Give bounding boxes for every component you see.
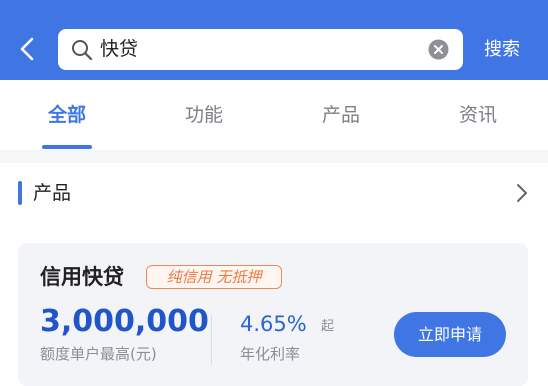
chevron-left-icon [20,37,34,61]
tab-all[interactable]: 全部 [22,80,112,150]
loan-amount: 3,000,000 [40,304,209,339]
search-query-text[interactable]: 快贷 [100,29,138,70]
active-tab-indicator [42,145,92,149]
section-title: 产品 [33,182,72,204]
product-tag: 纯信用 无抵押 [146,265,282,289]
back-button[interactable] [10,29,44,69]
section-accent-bar [18,181,22,205]
products-section-header[interactable] [0,163,548,223]
tab-products[interactable]: 产品 [296,80,386,150]
loan-amount-label: 额度单户最高(元) [40,345,157,363]
divider [211,315,212,365]
clear-icon[interactable] [428,39,449,60]
tab-bar: 全部 功能 产品 资讯 [0,80,548,150]
search-button[interactable]: 搜索 [484,29,520,70]
product-title: 信用快贷 [40,265,124,289]
chevron-right-icon[interactable] [512,181,532,205]
tab-news[interactable]: 资讯 [433,80,523,150]
interest-rate: 4.65% [240,312,307,336]
search-icon [72,40,93,61]
search-input[interactable]: 快贷 [58,29,463,70]
apply-now-button[interactable]: 立即申请 [394,312,506,357]
interest-rate-suffix: 起 [321,319,335,334]
tab-functions[interactable]: 功能 [159,80,249,150]
interest-rate-label: 年化利率 [240,345,301,363]
